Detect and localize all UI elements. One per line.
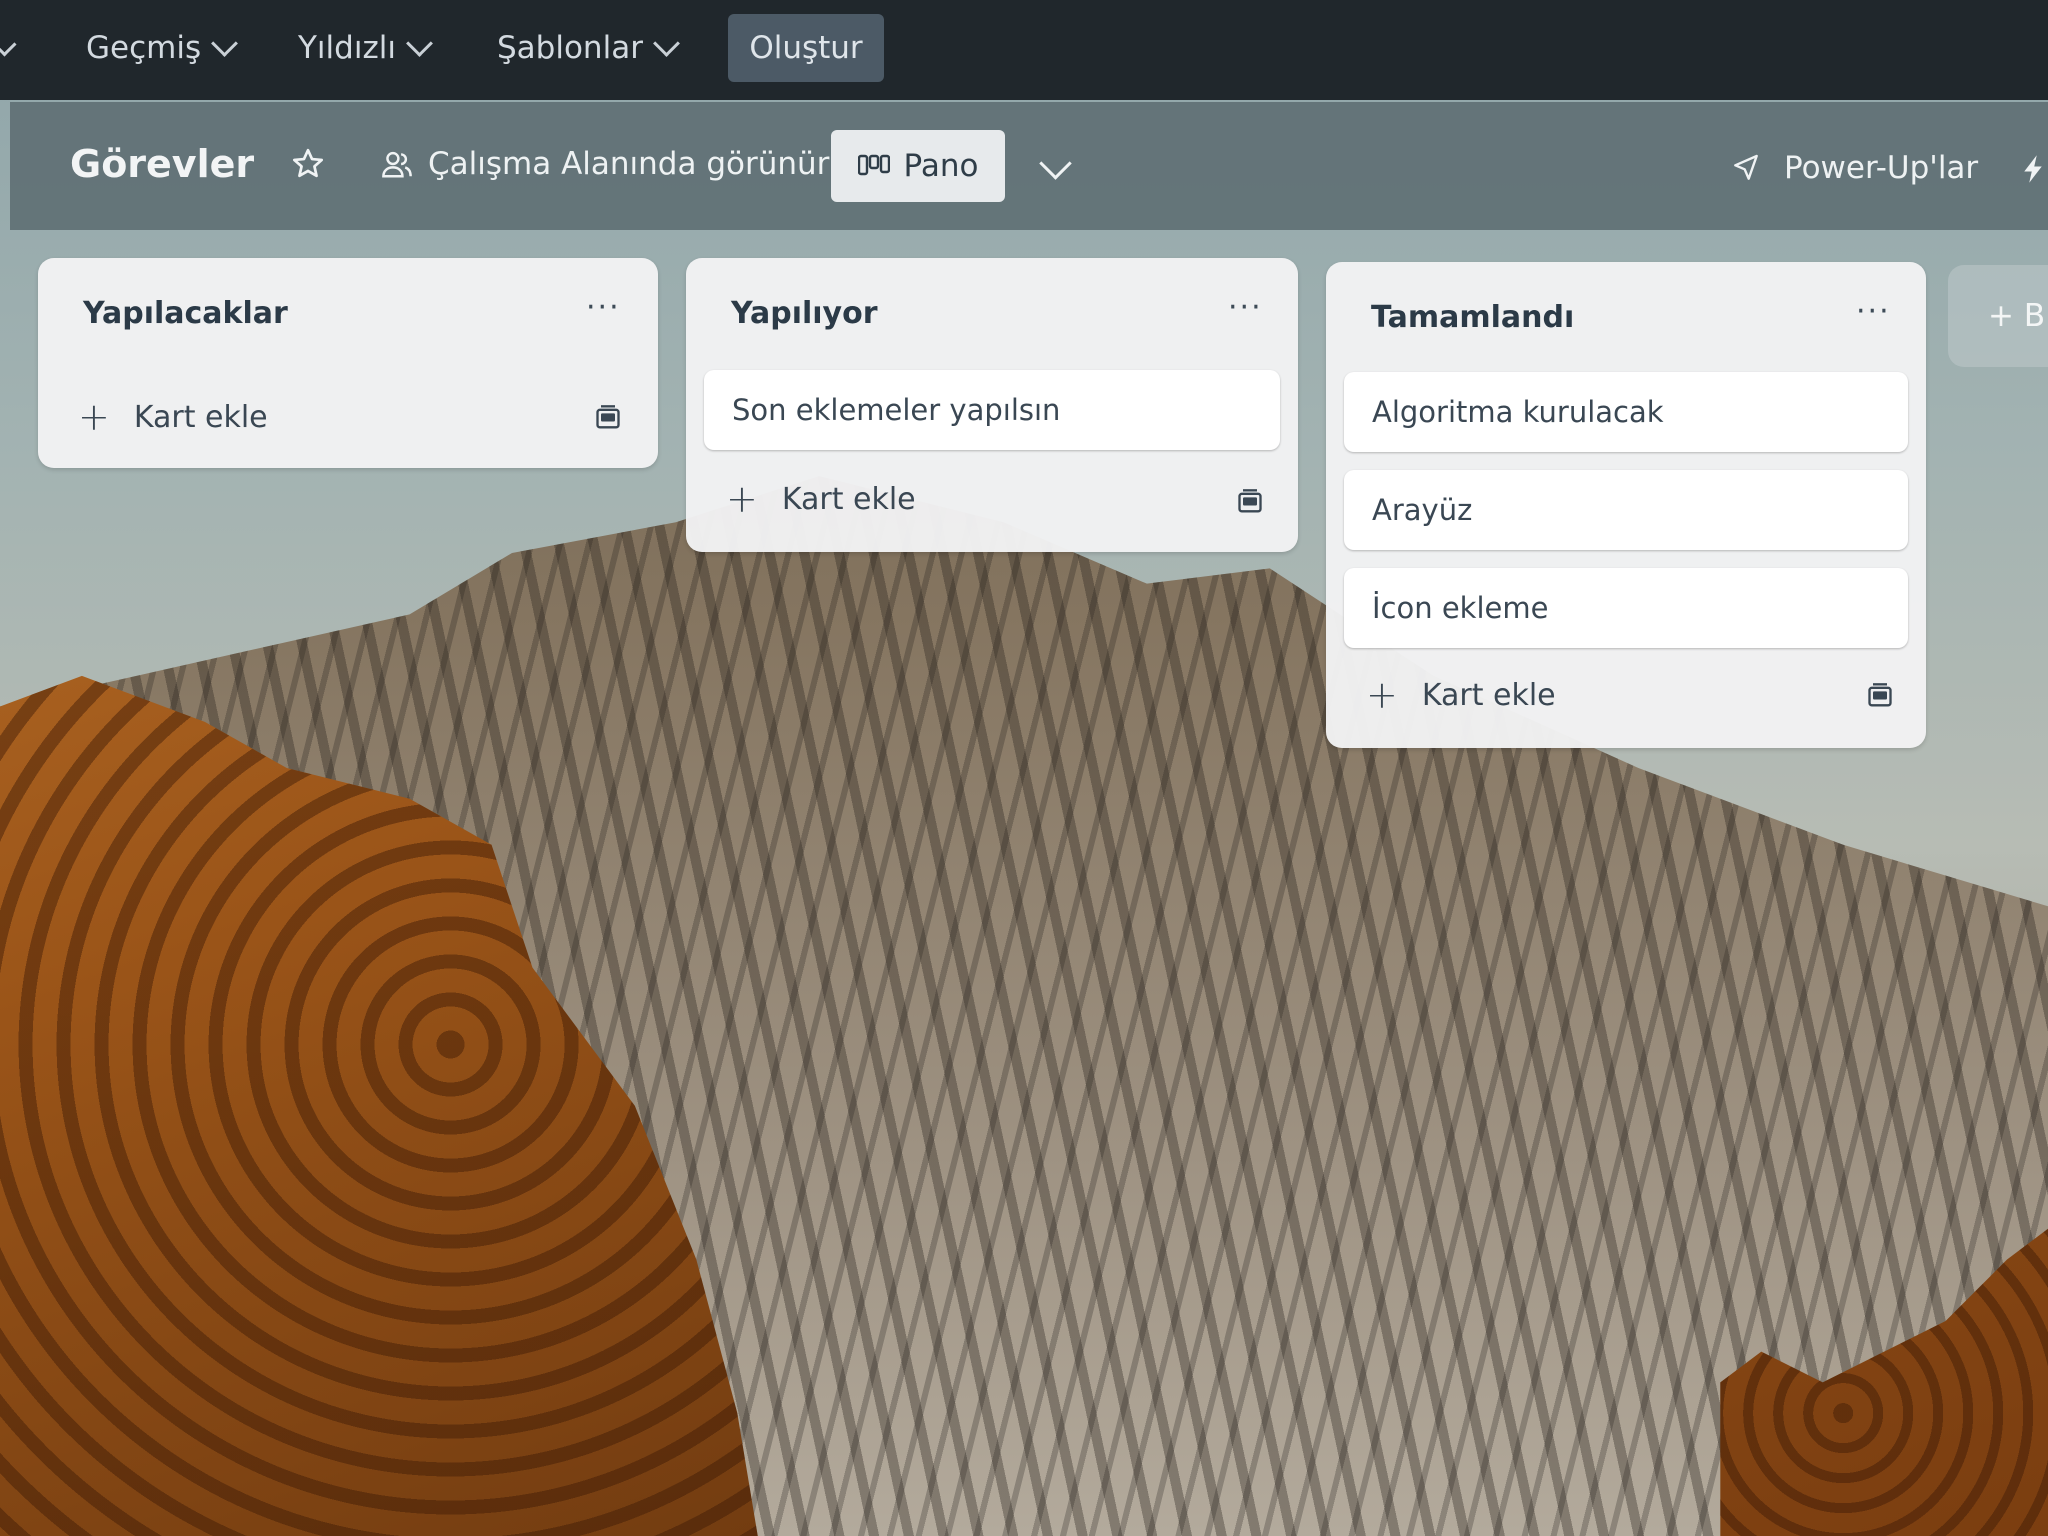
nav-starred-menu[interactable]: Yıldızlı — [298, 22, 433, 74]
powerups-button[interactable]: Power-Up'lar — [1730, 150, 1978, 186]
list-title[interactable]: Yapılıyor — [731, 296, 878, 331]
card-template-icon[interactable] — [594, 404, 622, 432]
card[interactable]: Arayüz — [1344, 470, 1908, 550]
plus-icon: + — [726, 477, 758, 521]
add-list-button[interactable]: + B — [1948, 265, 2048, 367]
list-in-progress: Yapılıyor ··· Son eklemeler yapılsın + K… — [686, 258, 1298, 552]
visibility-label: Çalışma Alanında görünür — [428, 146, 830, 182]
nav-starred-label: Yıldızlı — [298, 30, 396, 66]
create-button[interactable]: Oluştur — [728, 14, 884, 82]
card[interactable]: Son eklemeler yapılsın — [704, 370, 1280, 450]
add-card-button[interactable]: + Kart ekle — [726, 480, 916, 518]
chevron-down-icon — [406, 29, 433, 57]
list-todo: Yapılacaklar ··· + Kart ekle — [38, 258, 658, 468]
list-title[interactable]: Yapılacaklar — [83, 296, 288, 331]
nav-recent-label: Geçmiş — [86, 30, 202, 66]
nav-templates-menu[interactable]: Şablonlar — [497, 22, 680, 74]
board-view-icon — [857, 154, 890, 176]
add-card-button[interactable]: + Kart ekle — [78, 398, 268, 436]
board-view-label: Pano — [903, 148, 979, 184]
chevron-down-icon — [653, 29, 680, 57]
add-card-label: Kart ekle — [1421, 677, 1556, 713]
plus-icon: + — [78, 395, 110, 439]
star-icon[interactable] — [290, 146, 326, 182]
visibility-button[interactable]: Çalışma Alanında görünür — [380, 146, 829, 182]
add-card-label: Kart ekle — [781, 481, 916, 517]
nav-templates-label: Şablonlar — [497, 30, 643, 66]
add-card-label: Kart ekle — [133, 399, 268, 435]
chevron-down-icon — [211, 29, 239, 57]
board-view-button[interactable]: Pano — [831, 130, 1005, 202]
bolt-icon[interactable] — [2020, 154, 2046, 184]
top-app-bar: Geçmiş Yıldızlı Şablonlar Oluştur — [0, 0, 2048, 100]
board-screen: Geçmiş Yıldızlı Şablonlar Oluştur Görevl… — [0, 0, 2048, 1536]
list-done: Tamamlandı ··· Algoritma kurulacak Arayü… — [1326, 262, 1926, 748]
board-header: Görevler Çalışma Alanında görünür Pano P… — [10, 102, 2048, 230]
list-menu-icon[interactable]: ··· — [586, 290, 621, 325]
add-card-button[interactable]: + Kart ekle — [1366, 676, 1556, 714]
list-title[interactable]: Tamamlandı — [1371, 300, 1574, 335]
card[interactable]: İcon ekleme — [1344, 568, 1908, 648]
list-menu-icon[interactable]: ··· — [1228, 290, 1263, 325]
people-icon — [382, 151, 412, 178]
plus-icon: + — [1366, 673, 1398, 717]
powerups-label: Power-Up'lar — [1784, 150, 1979, 186]
list-menu-icon[interactable]: ··· — [1856, 294, 1891, 329]
rocket-icon — [1734, 154, 1758, 180]
chevron-down-icon[interactable] — [0, 32, 17, 57]
card[interactable]: Algoritma kurulacak — [1344, 372, 1908, 452]
card-template-icon[interactable] — [1236, 488, 1264, 516]
board-title[interactable]: Görevler — [70, 142, 254, 186]
card-template-icon[interactable] — [1866, 682, 1894, 710]
chevron-down-icon[interactable] — [1039, 147, 1072, 180]
nav-recent-menu[interactable]: Geçmiş — [86, 22, 239, 74]
